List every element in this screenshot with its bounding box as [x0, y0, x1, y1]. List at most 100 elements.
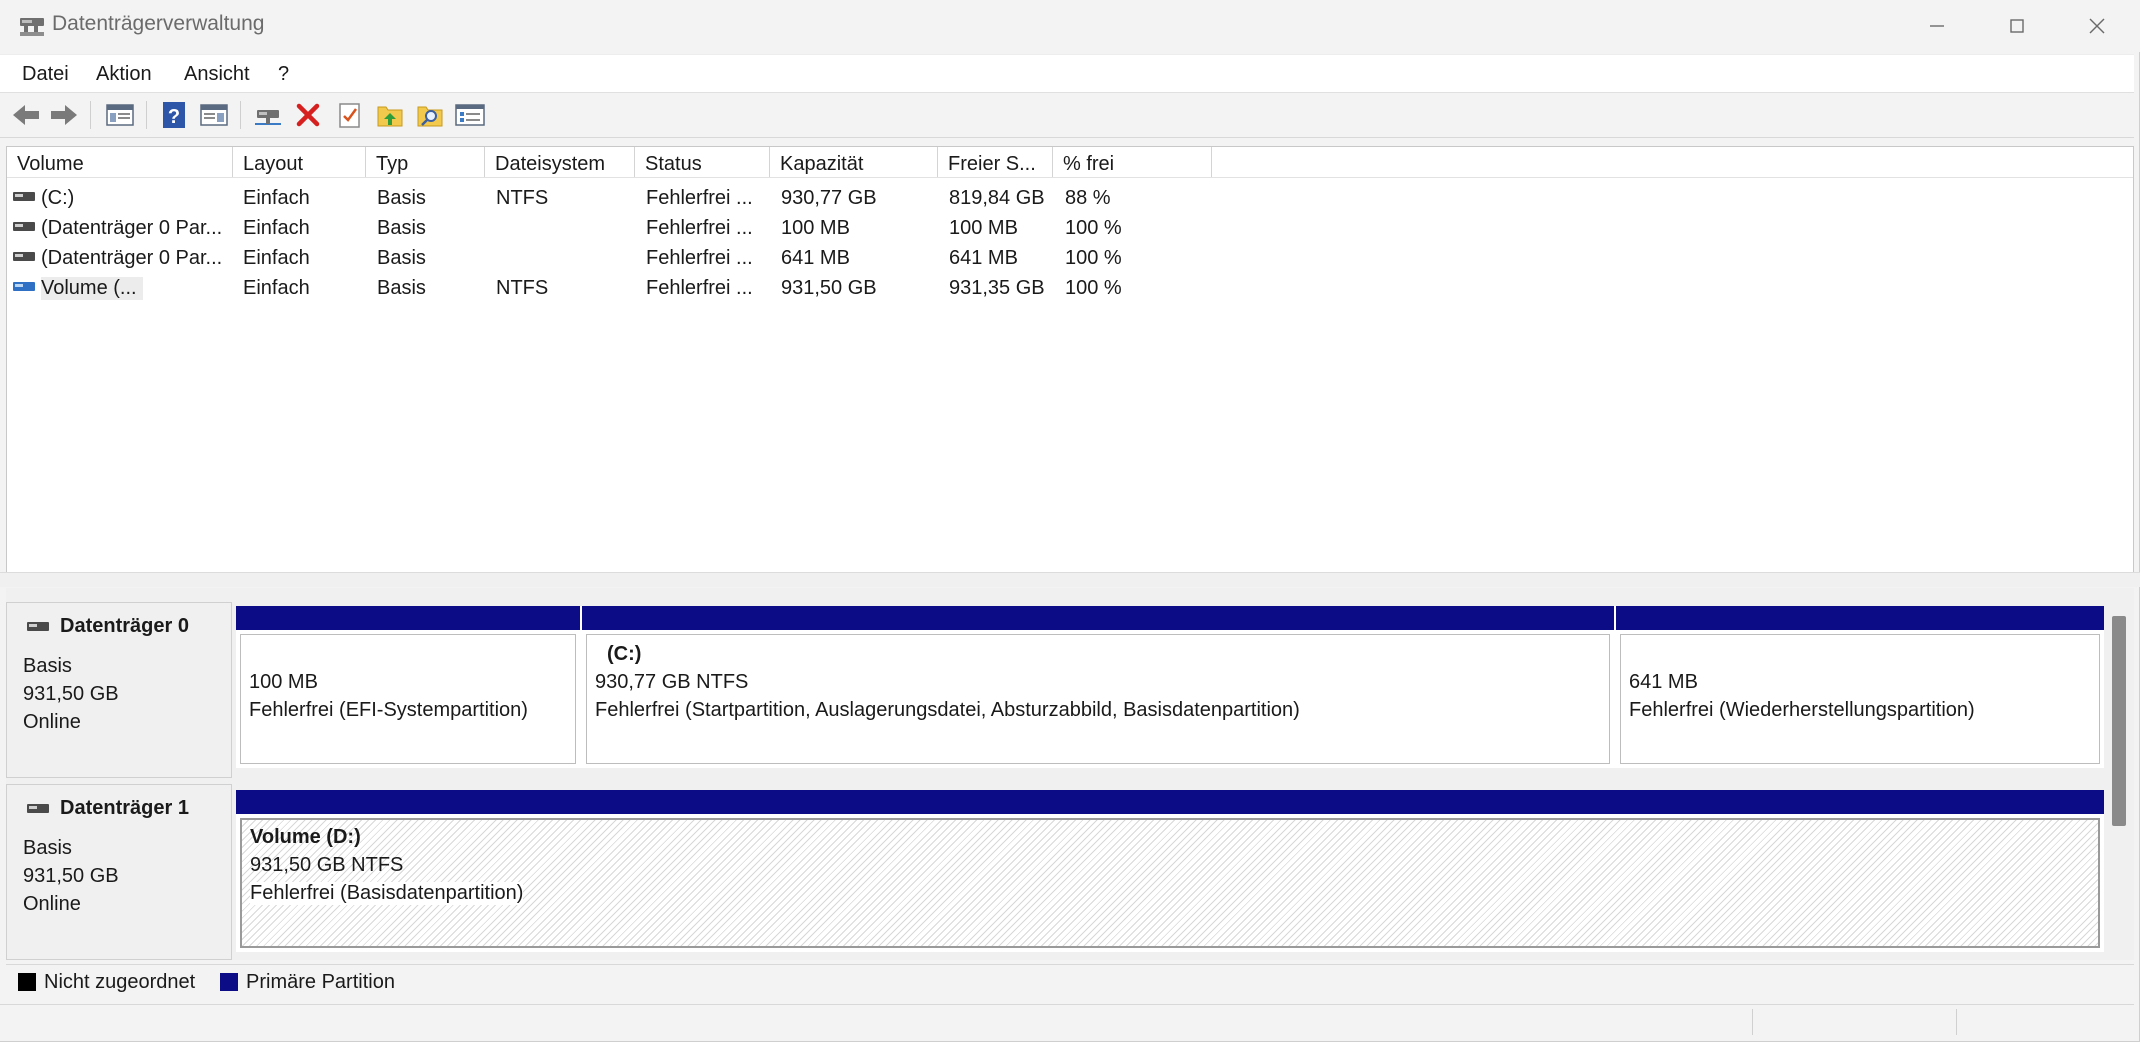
connect-drive-button[interactable] [252, 99, 284, 131]
delete-button[interactable] [292, 99, 324, 131]
disk-size: 931,50 GB [23, 683, 119, 705]
menu-ansicht[interactable]: Ansicht [184, 63, 250, 86]
disk-0-label[interactable]: Datenträger 0 Basis 931,50 GB Online [6, 602, 232, 778]
minimize-icon [1930, 25, 1944, 27]
volume-row[interactable]: (C:) Einfach Basis NTFS Fehlerfrei ... 9… [7, 183, 1207, 213]
cell-dateisystem: NTFS [496, 187, 549, 209]
disk-name: Datenträger 1 [60, 797, 189, 819]
disk-drive-icon [13, 222, 35, 231]
partition-efi[interactable]: 100 MB Fehlerfrei (EFI-Systempartition) [236, 606, 580, 768]
window-title: Datenträgerverwaltung [52, 12, 265, 35]
show-hide-tree-button[interactable] [104, 99, 136, 131]
column-header-prozent-frei[interactable]: % frei [1053, 147, 1212, 177]
disk-name: Datenträger 0 [60, 615, 189, 637]
forward-button[interactable] [48, 99, 80, 131]
partition-body-selected: Volume (D:) 931,50 GB NTFS Fehlerfrei (B… [240, 818, 2100, 948]
disk-state: Online [23, 711, 81, 733]
cell-layout: Einfach [243, 187, 310, 209]
status-bar [0, 1004, 2134, 1039]
forward-arrow-icon [51, 105, 77, 125]
cell-typ: Basis [377, 187, 426, 209]
menu-datei[interactable]: Datei [22, 63, 69, 86]
folder-up-button[interactable] [374, 99, 406, 131]
partition-status: Fehlerfrei (Startpartition, Auslagerungs… [595, 699, 1300, 721]
cell-volume: (C:) [41, 187, 75, 209]
partition-status: Fehlerfrei (Wiederherstellungspartition) [1629, 699, 1975, 721]
column-header-layout[interactable]: Layout [233, 147, 366, 177]
volume-row[interactable]: (Datenträger 0 Par... Einfach Basis Fehl… [7, 243, 1207, 273]
settings-list-button[interactable] [454, 99, 486, 131]
disk-drive-icon [27, 804, 49, 813]
properties-pane-icon [200, 104, 228, 126]
primary-partition-bar [1616, 606, 2104, 630]
legend: Nicht zugeordnet Primäre Partition [6, 964, 2134, 1001]
help-button[interactable]: ? [158, 99, 190, 131]
disk-drive-icon [13, 192, 35, 201]
cell-freier-speicher: 819,84 GB [949, 187, 1045, 209]
toolbar-separator [240, 101, 241, 129]
primary-partition-bar [236, 606, 580, 630]
svg-text:?: ? [168, 106, 180, 128]
pane-splitter[interactable] [0, 572, 2140, 587]
cell-dateisystem: NTFS [496, 277, 549, 299]
title-bar[interactable]: Datenträgerverwaltung [0, 0, 2140, 52]
partition-d[interactable]: Volume (D:) 931,50 GB NTFS Fehlerfrei (B… [236, 790, 2104, 952]
primary-partition-bar [582, 606, 1614, 630]
back-arrow-icon [13, 105, 39, 125]
scrollbar-thumb[interactable] [2112, 616, 2126, 826]
column-header-kapazitaet[interactable]: Kapazität [770, 147, 938, 177]
folder-search-button[interactable] [414, 99, 446, 131]
toolbar-separator [90, 101, 91, 129]
cell-typ: Basis [377, 277, 426, 299]
menu-help[interactable]: ? [278, 63, 289, 86]
disk-size: 931,50 GB [23, 865, 119, 887]
cell-layout: Einfach [243, 277, 310, 299]
disk-management-app-icon [20, 18, 44, 36]
disk-1-label[interactable]: Datenträger 1 Basis 931,50 GB Online [6, 784, 232, 960]
cell-status: Fehlerfrei ... [646, 277, 753, 299]
primary-partition-bar [236, 790, 2104, 814]
connect-drive-icon [255, 110, 281, 125]
cell-volume: (Datenträger 0 Par... [41, 217, 223, 239]
unallocated-swatch [18, 973, 36, 991]
cell-layout: Einfach [243, 217, 310, 239]
minimize-button[interactable] [1897, 0, 1977, 52]
partition-size: 100 MB [249, 671, 318, 693]
disk-type: Basis [23, 837, 72, 859]
properties-button[interactable] [198, 99, 230, 131]
column-header-freier-speicher[interactable]: Freier S... [938, 147, 1053, 177]
partition-c[interactable]: (C:) 930,77 GB NTFS Fehlerfrei (Startpar… [582, 606, 1614, 768]
partition-size: 931,50 GB NTFS [250, 854, 404, 876]
volume-row[interactable]: (Datenträger 0 Par... Einfach Basis Fehl… [7, 213, 1207, 243]
cell-freier-speicher: 100 MB [949, 217, 1018, 239]
checklist-button[interactable] [334, 99, 366, 131]
column-header-status[interactable]: Status [635, 147, 770, 177]
cell-status: Fehlerfrei ... [646, 247, 753, 269]
disk-0-partitions: 100 MB Fehlerfrei (EFI-Systempartition) … [236, 606, 2104, 768]
back-button[interactable] [10, 99, 42, 131]
partition-title: Volume (D:) [250, 826, 361, 848]
maximize-button[interactable] [1977, 0, 2057, 52]
disk-management-window: Datenträgerverwaltung Datei Aktion Ansic… [0, 0, 2140, 1042]
cell-kapazitaet: 641 MB [781, 247, 850, 269]
column-header-volume[interactable]: Volume [7, 147, 233, 177]
folder-search-icon [417, 106, 443, 127]
partition-body: (C:) 930,77 GB NTFS Fehlerfrei (Startpar… [586, 634, 1610, 764]
menu-aktion[interactable]: Aktion [96, 63, 152, 86]
disk-pane-scrollbar[interactable] [2110, 616, 2126, 956]
cell-status: Fehlerfrei ... [646, 217, 753, 239]
partition-status: Fehlerfrei (Basisdatenpartition) [250, 882, 524, 905]
legend-unallocated: Nicht zugeordnet [44, 971, 196, 993]
disk-type: Basis [23, 655, 72, 677]
show-hide-console-tree-icon [106, 104, 134, 126]
cell-volume: (Datenträger 0 Par... [41, 247, 223, 269]
partition-size: 641 MB [1629, 671, 1698, 693]
cell-layout: Einfach [243, 247, 310, 269]
partition-recovery[interactable]: 641 MB Fehlerfrei (Wiederherstellungspar… [1616, 606, 2104, 768]
close-button[interactable] [2057, 0, 2137, 52]
column-header-dateisystem[interactable]: Dateisystem [485, 147, 635, 177]
primary-partition-swatch [220, 973, 238, 991]
volume-row[interactable]: Volume (... Einfach Basis NTFS Fehlerfre… [7, 273, 1207, 303]
column-header-typ[interactable]: Typ [366, 147, 485, 177]
delete-icon [296, 103, 320, 127]
